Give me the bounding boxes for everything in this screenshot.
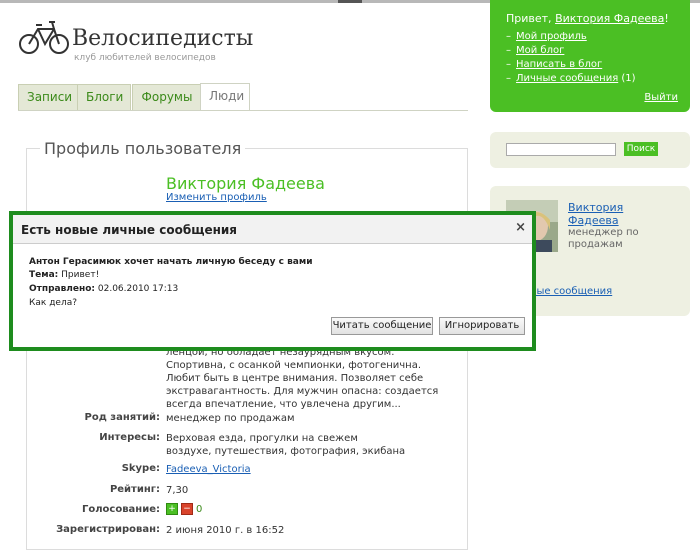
user-menu-item-write: – Написать в блог	[506, 58, 636, 72]
write-to-blog-link[interactable]: Написать в блог	[516, 59, 602, 70]
field-label-rating: Рейтинг:	[109, 484, 160, 495]
vote-minus-icon[interactable]: −	[181, 503, 193, 515]
dialog-title: Есть новые личные сообщения	[21, 223, 238, 237]
my-blog-link[interactable]: Мой блог	[516, 45, 564, 56]
page-title: Профиль пользователя	[40, 139, 246, 158]
tab-label: Форумы	[141, 90, 193, 104]
user-greeting: Привет, Виктория Фадеева!	[506, 12, 669, 25]
sent-label: Отправлено:	[29, 284, 95, 294]
tab-forums[interactable]: Форумы	[132, 84, 202, 110]
widget-user-role: менеджер по продажам	[568, 227, 639, 250]
site-subtitle: клуб любителей велосипедов	[74, 53, 216, 63]
greeting-suffix: !	[664, 12, 669, 25]
dialog-sent-line: Отправлено: 02.06.2010 17:13	[29, 284, 178, 294]
bicycle-logo-icon[interactable]	[18, 14, 70, 58]
profile-name: Виктория Фадеева	[166, 174, 325, 193]
tab-people[interactable]: Люди	[200, 83, 250, 111]
field-label-interests: Интересы:	[99, 432, 160, 443]
subject-label: Тема:	[29, 270, 59, 280]
ignore-button[interactable]: Игнорировать	[439, 317, 525, 335]
skype-link[interactable]: Fadeeva_Victoria	[166, 463, 251, 476]
new-messages-dialog: Есть новые личные сообщения × Антон Гера…	[9, 211, 536, 351]
field-label-registered: Зарегистрирован:	[56, 524, 160, 535]
user-panel: Привет, Виктория Фадеева! – Мой профиль –…	[490, 0, 690, 112]
logout-link[interactable]: Выйти	[644, 92, 678, 103]
tabs-divider	[18, 110, 468, 111]
user-menu-item-profile: – Мой профиль	[506, 30, 636, 44]
vote-count: 0	[196, 504, 203, 515]
user-menu-item-messages: – Личные сообщения (1)	[506, 72, 636, 86]
dialog-sender-line: Антон Герасимюк хочет начать личную бесе…	[29, 257, 313, 267]
vote-plus-icon[interactable]: +	[166, 503, 178, 515]
profile-about-text: ленцой, но обладает незаурядным вкусом. …	[166, 347, 439, 410]
subject-value: Привет!	[61, 270, 100, 280]
field-value-interests: Верховая езда, прогулки на свежем воздух…	[166, 433, 406, 457]
private-messages-link[interactable]: Личные сообщения	[516, 73, 618, 84]
search-button[interactable]: Поиск	[624, 142, 658, 156]
read-message-button[interactable]: Читать сообщение	[331, 317, 433, 335]
greeting-prefix: Привет,	[506, 12, 556, 25]
search-box: Поиск	[490, 132, 690, 168]
my-profile-link[interactable]: Мой профиль	[516, 31, 587, 42]
field-value-occupation: менеджер по продажам	[166, 413, 295, 424]
voting-controls: + −0	[166, 503, 436, 516]
tab-label: Записи	[27, 90, 73, 104]
dialog-message-body: Как дела?	[29, 298, 78, 308]
sent-value: 02.06.2010 17:13	[97, 284, 179, 294]
dash-icon: –	[506, 59, 511, 70]
dialog-header: Есть новые личные сообщения ×	[13, 215, 532, 244]
close-icon[interactable]: ×	[515, 220, 526, 235]
site-title[interactable]: Велосипедисты	[72, 26, 253, 51]
edit-profile-link[interactable]: Изменить профиль	[166, 192, 267, 203]
user-menu: – Мой профиль – Мой блог – Написать в блог …	[506, 30, 636, 86]
tab-label: Блоги	[86, 90, 124, 104]
user-name-link[interactable]: Виктория Фадеева	[555, 12, 664, 25]
dialog-subject-line: Тема: Привет!	[29, 270, 99, 280]
field-label-skype: Skype:	[121, 463, 160, 474]
tab-records[interactable]: Записи	[18, 84, 78, 110]
field-label-occupation: Род занятий:	[84, 412, 160, 423]
widget-messages-link[interactable]: чные сообщения	[524, 286, 612, 297]
tab-label: Люди	[209, 89, 245, 103]
search-input[interactable]	[506, 143, 616, 156]
user-menu-item-blog: – Мой блог	[506, 44, 636, 58]
tab-blogs[interactable]: Блоги	[77, 84, 131, 110]
dash-icon: –	[506, 45, 511, 56]
messages-count: (1)	[621, 73, 636, 84]
dash-icon: –	[506, 73, 511, 84]
field-label-voting: Голосование:	[81, 504, 160, 515]
field-value-rating: 7,30	[166, 485, 189, 496]
widget-user-name-link[interactable]: Виктория Фадеева	[568, 201, 638, 227]
dash-icon: –	[506, 31, 511, 42]
field-value-registered: 2 июня 2010 г. в 16:52	[166, 525, 285, 536]
window-top-mark	[338, 0, 362, 3]
